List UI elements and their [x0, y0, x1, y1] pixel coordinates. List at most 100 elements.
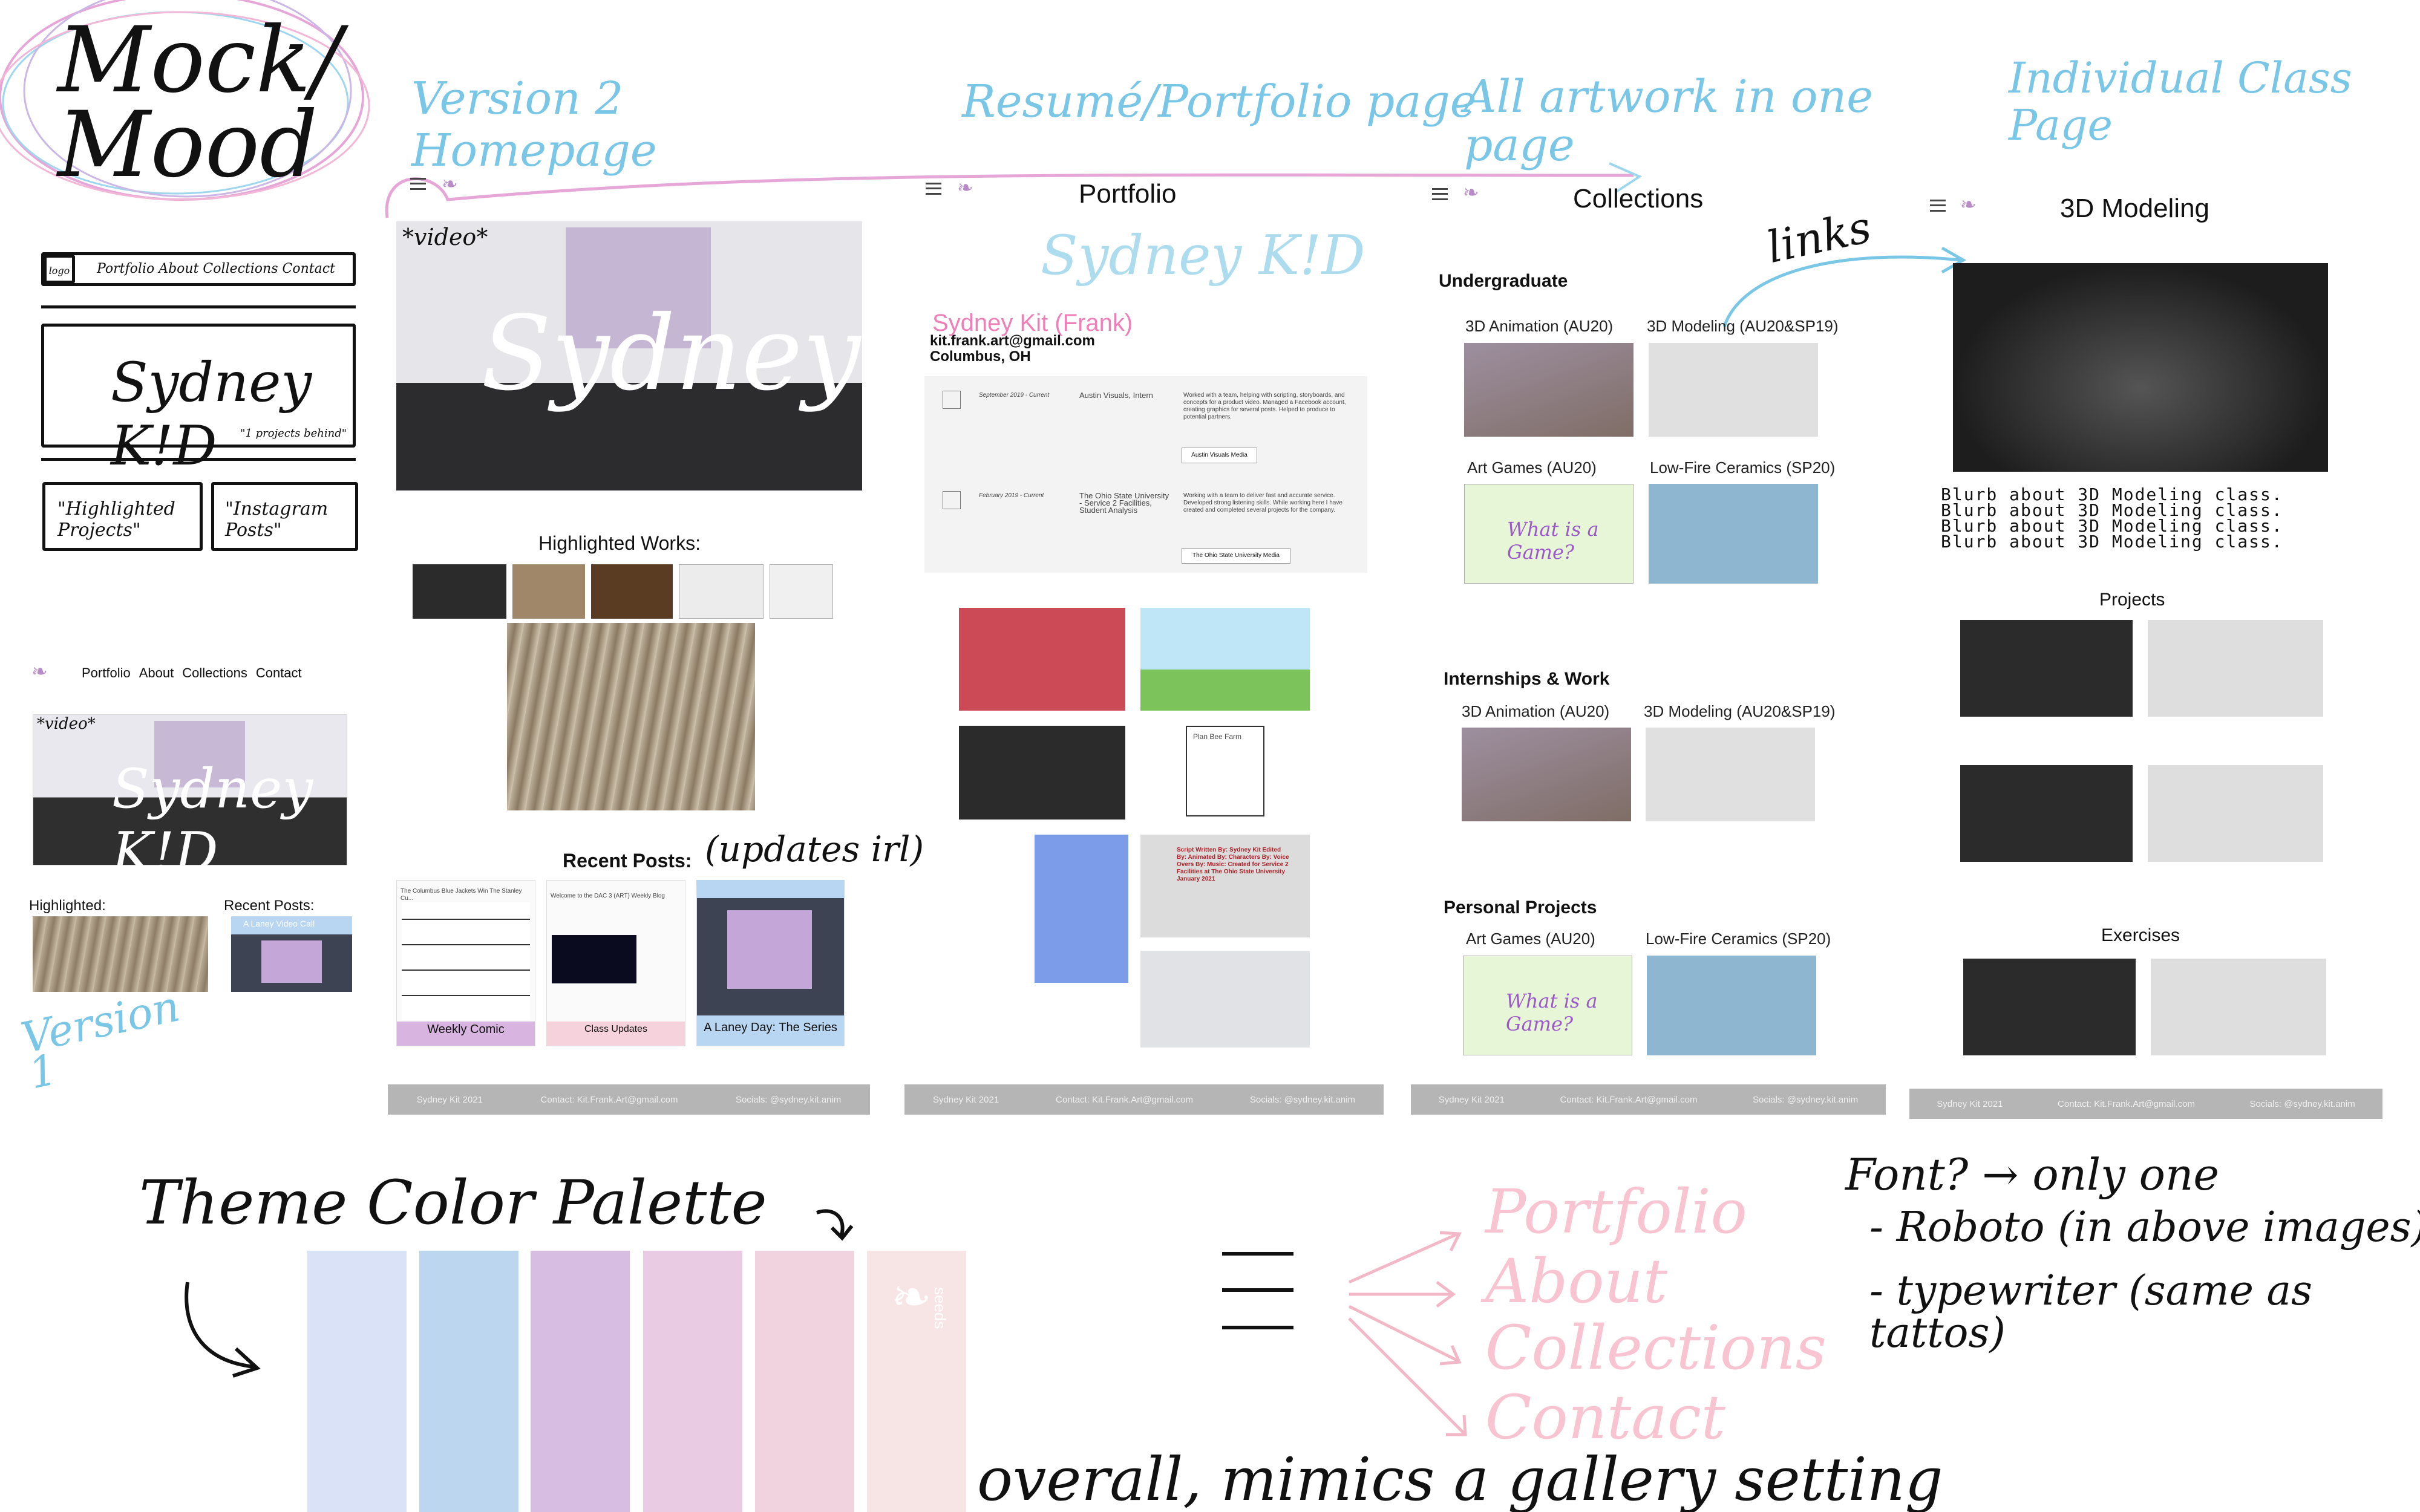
- gallery-room[interactable]: [1140, 951, 1310, 1048]
- portfolio-menu-icon[interactable]: [926, 183, 941, 195]
- personal-heading: Personal Projects: [1444, 898, 1597, 917]
- wireframe-nav-text: Portfolio About Collections Contact: [97, 261, 335, 276]
- menu-item-portfolio: Portfolio: [1485, 1176, 1747, 1247]
- class-blurb-4: Blurb about 3D Modeling class.: [1941, 532, 2283, 552]
- undergraduate-heading: Undergraduate: [1439, 271, 1568, 291]
- pp-item-1[interactable]: Art Games (AU20): [1466, 930, 1595, 948]
- iw-thumb-1[interactable]: [1462, 728, 1631, 821]
- ug-thumb-1[interactable]: [1464, 343, 1634, 437]
- project-thumb-3[interactable]: [1960, 765, 2133, 862]
- class-logo[interactable]: ❧: [1960, 192, 1981, 217]
- pp-item-2[interactable]: Low-Fire Ceramics (SP20): [1646, 930, 1831, 948]
- home-footer: Sydney Kit 2021 Contact: Kit.Frank.Art@gm…: [388, 1084, 870, 1115]
- wireframe-hero: Sydney K!D "1 projects behind": [41, 324, 356, 478]
- project-thumb-4[interactable]: [2148, 765, 2323, 862]
- project-thumb-2[interactable]: [2148, 620, 2323, 717]
- gallery-iris[interactable]: [1035, 835, 1128, 983]
- wireframe-logo: logo: [44, 255, 75, 284]
- portfolio-signature: Sydney K!D: [1041, 224, 1365, 287]
- home-highlighted-feature[interactable]: [507, 623, 755, 810]
- class-title: 3D Modeling: [2060, 194, 2210, 223]
- home-highlight-thumbs: [413, 564, 833, 619]
- gallery-credits[interactable]: Script Written By: Sydney Kit Edited By:…: [1140, 835, 1310, 937]
- class-projects-heading: Projects: [2099, 590, 2165, 610]
- thumb-5[interactable]: [770, 564, 833, 619]
- v1-recent-post[interactable]: A Laney Video Call: [231, 916, 352, 992]
- austin-visuals-button[interactable]: Austin Visuals Media: [1182, 448, 1257, 463]
- annotation-resume-portfolio: Resumé/Portfolio page: [962, 76, 1477, 128]
- palette-arrow: [175, 1276, 272, 1379]
- v1-highlighted-label: Highlighted:: [29, 898, 106, 914]
- portfolio-gallery: Plan Bee Farm Script Written By: Sydney …: [959, 608, 1310, 1049]
- ug-thumb-2[interactable]: [1649, 343, 1818, 437]
- wireframe-divider-2: [41, 458, 356, 461]
- gallery-portrait[interactable]: [959, 608, 1125, 711]
- v1-recent-label: Recent Posts:: [224, 898, 315, 914]
- class-footer: Sydney Kit 2021 Contact: Kit.Frank.Art@gm…: [1909, 1089, 2382, 1119]
- home-menu-icon[interactable]: [410, 178, 426, 190]
- wireframe-divider: [41, 305, 356, 308]
- exercise-thumb-2[interactable]: [2151, 959, 2326, 1055]
- internships-heading: Internships & Work: [1444, 669, 1610, 689]
- thumb-4[interactable]: [679, 564, 764, 619]
- ug-item-2[interactable]: 3D Modeling (AU20&SP19): [1647, 317, 1839, 336]
- project-thumb-1[interactable]: [1960, 620, 2133, 717]
- portfolio-logo[interactable]: ❧: [957, 175, 978, 200]
- collections-footer: Sydney Kit 2021 Contact: Kit.Frank.Art@gm…: [1411, 1084, 1886, 1115]
- thumb-1[interactable]: [413, 564, 506, 619]
- exercise-thumb-1[interactable]: [1963, 959, 2136, 1055]
- v1-logo: ❧: [31, 660, 48, 683]
- post-card-weekly-comic[interactable]: The Columbus Blue Jackets Win The Stanle…: [396, 880, 535, 1046]
- seeds-logo-icon: ❧: [891, 1269, 932, 1325]
- ug-thumb-4[interactable]: [1649, 484, 1818, 584]
- osu-media-button[interactable]: The Ohio State University Media: [1182, 548, 1290, 564]
- gallery-whitehouse[interactable]: [1140, 608, 1310, 711]
- iw-thumb-2[interactable]: [1646, 728, 1815, 821]
- home-hero-video[interactable]: *video* Sydney K!D: [396, 221, 1094, 490]
- iw-item-2[interactable]: 3D Modeling (AU20&SP19): [1644, 702, 1836, 721]
- ug-item-1[interactable]: 3D Animation (AU20): [1465, 317, 1613, 336]
- home-logo[interactable]: ❧: [442, 172, 462, 196]
- ug-item-4[interactable]: Low-Fire Ceramics (SP20): [1650, 458, 1835, 477]
- wireframe-highlighted-box: "Highlighted Projects": [42, 482, 203, 551]
- v1-nav-collections[interactable]: Collections: [182, 665, 247, 681]
- gallery-note: overall, mimics a gallery setting: [977, 1445, 1943, 1512]
- home-posts: The Columbus Blue Jackets Win The Stanle…: [396, 880, 845, 1046]
- collections-menu-icon[interactable]: [1432, 188, 1448, 200]
- v1-nav-about[interactable]: About: [139, 665, 174, 681]
- pp-thumb-1[interactable]: What is a Game?: [1463, 956, 1632, 1055]
- swatch-4: [643, 1251, 742, 1512]
- pp-thumb-2[interactable]: [1647, 956, 1816, 1055]
- font-note-3: - typewriter (same as tattos): [1869, 1267, 2312, 1357]
- mock-mood-title: Mock/ Mood: [57, 8, 342, 198]
- ug-item-3[interactable]: Art Games (AU20): [1467, 458, 1597, 477]
- swatch-1: [307, 1251, 407, 1512]
- swatch-3: [531, 1251, 630, 1512]
- portfolio-title: Portfolio: [1079, 179, 1177, 209]
- collections-logo[interactable]: ❧: [1463, 180, 1483, 204]
- menu-hamburger-icon: [1222, 1252, 1293, 1331]
- class-hero-image[interactable]: [1953, 263, 2328, 472]
- swatch-5: [755, 1251, 854, 1512]
- thumb-2[interactable]: [512, 564, 585, 619]
- v1-nav-contact[interactable]: Contact: [256, 665, 302, 681]
- thumb-3[interactable]: [591, 564, 673, 619]
- annotation-updates: (updates irl): [705, 829, 924, 870]
- v1-hero-video[interactable]: *video* Sydney K!D: [33, 714, 347, 884]
- menu-item-contact: Contact: [1485, 1382, 1726, 1453]
- menu-item-collections: Collections: [1485, 1312, 1826, 1383]
- class-menu-icon[interactable]: [1930, 200, 1946, 212]
- swatch-2: [419, 1251, 518, 1512]
- gallery-bracelet[interactable]: [959, 726, 1125, 820]
- palette-arrow-2: [811, 1201, 859, 1243]
- post-card-class-updates[interactable]: Welcome to the DAC 3 (ART) Weekly Blog C…: [546, 880, 685, 1046]
- font-note-1: Font? → only one: [1845, 1149, 2220, 1200]
- post-card-laney-day[interactable]: A Laney Day: The Series: [696, 880, 845, 1046]
- v1-nav-portfolio[interactable]: Portfolio: [82, 665, 131, 681]
- v1-highlighted-image[interactable]: [33, 916, 208, 992]
- class-exercises-heading: Exercises: [2101, 925, 2180, 945]
- v1-nav: Portfolio About Collections Contact: [82, 665, 302, 681]
- iw-item-1[interactable]: 3D Animation (AU20): [1462, 702, 1609, 721]
- ug-thumb-3[interactable]: What is a Game?: [1464, 484, 1634, 584]
- gallery-bee-logo[interactable]: Plan Bee Farm: [1186, 726, 1264, 816]
